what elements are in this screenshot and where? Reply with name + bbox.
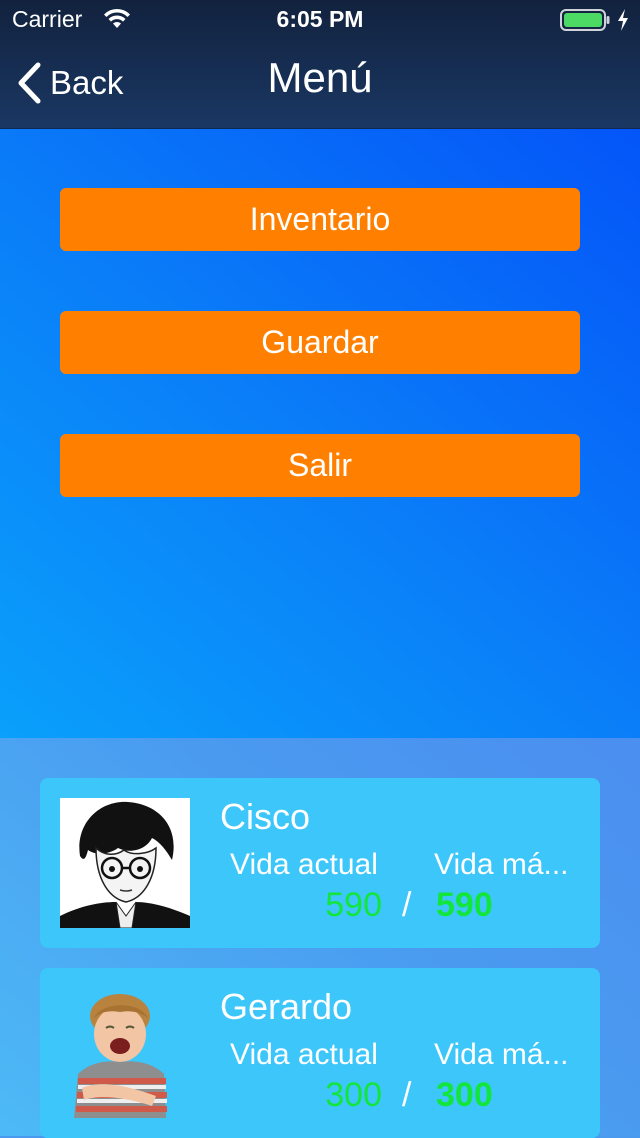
- max-hp-label: Vida má...: [434, 848, 569, 881]
- hp-separator: /: [402, 886, 412, 924]
- page-title: Menú: [267, 54, 373, 101]
- current-hp-value: 590: [325, 886, 382, 924]
- character-card-cisco[interactable]: Cisco Vida actual Vida má... 590 / 590: [40, 778, 600, 948]
- current-hp-value: 300: [325, 1076, 382, 1114]
- exit-button[interactable]: Salir: [60, 434, 580, 497]
- character-card-gerardo[interactable]: Gerardo Vida actual Vida má... 300 / 300: [40, 968, 600, 1138]
- character-name: Gerardo: [220, 986, 353, 1027]
- max-hp-label: Vida má...: [434, 1038, 569, 1071]
- current-hp-label: Vida actual: [230, 848, 378, 881]
- battery-icon: [560, 9, 610, 31]
- status-bar: Carrier 6:05 PM: [0, 0, 640, 40]
- navigation-bar: Back Menú: [0, 40, 640, 128]
- max-hp-value: 300: [436, 1076, 493, 1114]
- hp-separator: /: [402, 1076, 412, 1114]
- save-button[interactable]: Guardar: [60, 311, 580, 374]
- inventory-button[interactable]: Inventario: [60, 188, 580, 251]
- character-portrait-cisco: [60, 798, 190, 928]
- charging-bolt-icon: [618, 9, 628, 31]
- current-hp-label: Vida actual: [230, 1038, 378, 1071]
- header: Carrier 6:05 PM Back Menú: [0, 0, 640, 129]
- max-hp-value: 590: [436, 886, 493, 924]
- menu-panel: Inventario Guardar Salir: [0, 129, 640, 738]
- character-name: Cisco: [220, 796, 311, 837]
- character-portrait-gerardo: [74, 994, 167, 1118]
- status-time: 6:05 PM: [276, 6, 364, 32]
- party-panel: Cisco Vida actual Vida má... 590 / 590 G…: [0, 738, 640, 1138]
